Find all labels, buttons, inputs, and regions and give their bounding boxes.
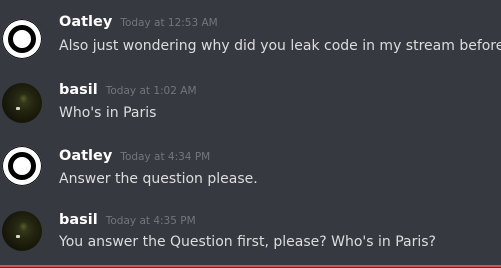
author-name[interactable]: basil bbox=[59, 212, 98, 228]
timestamp: Today at 4:35 PM bbox=[105, 215, 196, 227]
message-text: Answer the question please. bbox=[59, 171, 258, 187]
message-text: You answer the Question first, please? W… bbox=[59, 234, 436, 250]
avatar[interactable] bbox=[2, 19, 42, 59]
avatar[interactable] bbox=[2, 146, 42, 186]
timestamp: Today at 1:02 AM bbox=[105, 85, 197, 97]
author-name[interactable]: Oatley bbox=[59, 148, 112, 164]
avatar[interactable] bbox=[2, 211, 42, 251]
timestamp: Today at 4:34 PM bbox=[120, 151, 211, 163]
timestamp: Today at 12:53 AM bbox=[120, 17, 218, 29]
message-text: Who's in Paris bbox=[59, 105, 157, 121]
new-messages-divider bbox=[0, 265, 501, 267]
avatar[interactable] bbox=[2, 83, 42, 123]
message-text: Also just wondering why did you leak cod… bbox=[59, 38, 501, 54]
author-name[interactable]: basil bbox=[59, 82, 98, 98]
author-name[interactable]: Oatley bbox=[59, 14, 112, 30]
